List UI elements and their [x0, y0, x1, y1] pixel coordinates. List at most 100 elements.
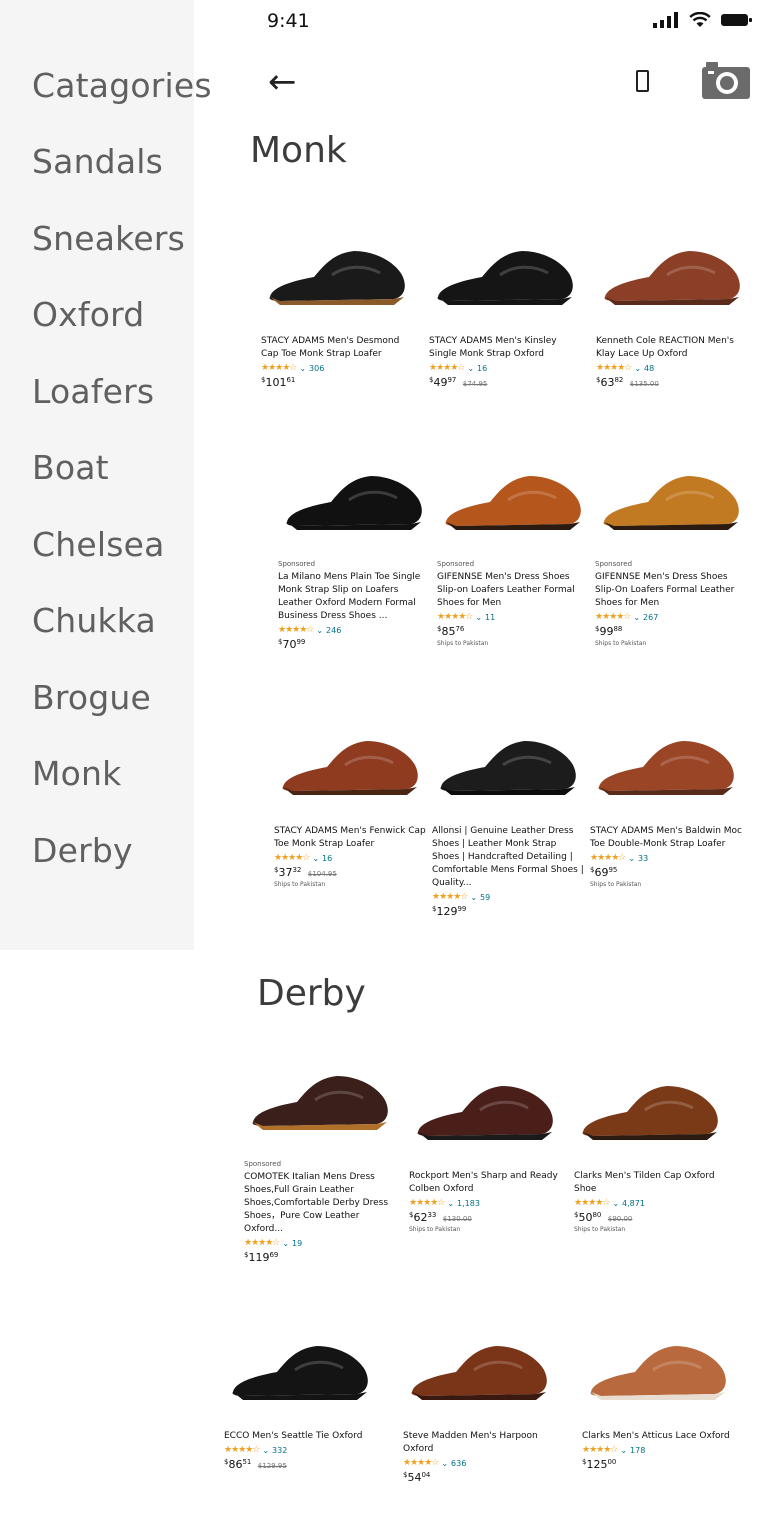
- shoe-image[interactable]: [433, 725, 583, 815]
- product-image[interactable]: [432, 715, 584, 825]
- product-title[interactable]: Clarks Men's Tilden Cap Oxford Shoe: [574, 1170, 726, 1196]
- review-count[interactable]: 178: [630, 1446, 645, 1455]
- product-title[interactable]: ECCO Men's Seattle Tie Oxford: [224, 1430, 376, 1443]
- sidebar-item-derby[interactable]: Derby: [32, 831, 133, 870]
- review-count[interactable]: 59: [480, 893, 490, 902]
- product-card[interactable]: Clarks Men's Tilden Cap Oxford Shoe ★★★★…: [574, 1060, 726, 1233]
- review-count[interactable]: 1,183: [457, 1199, 480, 1208]
- sidebar-item-monk[interactable]: Monk: [32, 754, 122, 793]
- product-title[interactable]: Clarks Men's Atticus Lace Oxford: [582, 1430, 734, 1443]
- review-count[interactable]: 11: [485, 613, 495, 622]
- review-count[interactable]: 306: [309, 364, 324, 373]
- product-rating[interactable]: ★★★★☆ ⌄ 33: [590, 853, 742, 863]
- product-title[interactable]: STACY ADAMS Men's Desmond Cap Toe Monk S…: [261, 335, 413, 361]
- shoe-image[interactable]: [404, 1330, 554, 1420]
- product-rating[interactable]: ★★★★☆ ⌄ 16: [429, 363, 581, 373]
- product-card[interactable]: Steve Madden Men's Harpoon Oxford ★★★★☆ …: [403, 1320, 555, 1484]
- shoe-image[interactable]: [575, 1070, 725, 1160]
- product-card[interactable]: Rockport Men's Sharp and Ready Colben Ox…: [409, 1060, 561, 1233]
- review-count[interactable]: 33: [638, 854, 648, 863]
- product-image[interactable]: [582, 1320, 734, 1430]
- product-card[interactable]: Clarks Men's Atticus Lace Oxford ★★★★☆ ⌄…: [582, 1320, 734, 1471]
- sidebar-item-sandals[interactable]: Sandals: [32, 142, 163, 181]
- product-card[interactable]: STACY ADAMS Men's Baldwin Moc Toe Double…: [590, 715, 742, 888]
- review-count[interactable]: 48: [644, 364, 654, 373]
- product-image[interactable]: [596, 225, 748, 335]
- shoe-image[interactable]: [583, 1330, 733, 1420]
- shoe-image[interactable]: [225, 1330, 375, 1420]
- product-image[interactable]: [278, 450, 430, 560]
- review-count[interactable]: 16: [322, 854, 332, 863]
- product-image[interactable]: [574, 1060, 726, 1170]
- sidebar-item-boat[interactable]: Boat: [32, 448, 109, 487]
- product-card[interactable]: Sponsored COMOTEK Italian Mens Dress Sho…: [244, 1050, 396, 1264]
- shoe-image[interactable]: [438, 460, 588, 550]
- review-count[interactable]: 636: [451, 1459, 466, 1468]
- product-title[interactable]: La Milano Mens Plain Toe Single Monk Str…: [278, 571, 430, 623]
- product-rating[interactable]: ★★★★☆ ⌄ 4,871: [574, 1198, 726, 1208]
- product-image[interactable]: [261, 225, 413, 335]
- product-card[interactable]: Allonsi | Genuine Leather Dress Shoes | …: [432, 715, 584, 918]
- product-title[interactable]: COMOTEK Italian Mens Dress Shoes,Full Gr…: [244, 1171, 396, 1236]
- review-count[interactable]: 19: [292, 1239, 302, 1248]
- shoe-image[interactable]: [275, 725, 425, 815]
- product-card[interactable]: Kenneth Cole REACTION Men's Klay Lace Up…: [596, 225, 748, 389]
- product-card[interactable]: Sponsored GIFENNSE Men's Dress Shoes Sli…: [595, 450, 747, 647]
- product-card[interactable]: Sponsored GIFENNSE Men's Dress Shoes Sli…: [437, 450, 589, 647]
- product-rating[interactable]: ★★★★☆ ⌄ 11: [437, 612, 589, 622]
- product-image[interactable]: [274, 715, 426, 825]
- sidebar-item-brogue[interactable]: Brogue: [32, 678, 151, 717]
- product-rating[interactable]: ★★★★☆ ⌄ 636: [403, 1458, 555, 1468]
- product-rating[interactable]: ★★★★☆ ⌄ 267: [595, 612, 747, 622]
- sidebar-item-loafers[interactable]: Loafers: [32, 372, 154, 411]
- product-rating[interactable]: ★★★★☆ ⌄ 16: [274, 853, 426, 863]
- product-card[interactable]: STACY ADAMS Men's Desmond Cap Toe Monk S…: [261, 225, 413, 389]
- product-title[interactable]: Rockport Men's Sharp and Ready Colben Ox…: [409, 1170, 561, 1196]
- review-count[interactable]: 16: [477, 364, 487, 373]
- product-image[interactable]: [244, 1050, 396, 1160]
- product-title[interactable]: GIFENNSE Men's Dress Shoes Slip-On Loafe…: [595, 571, 747, 610]
- review-count[interactable]: 267: [643, 613, 658, 622]
- product-title[interactable]: GIFENNSE Men's Dress Shoes Slip-on Loafe…: [437, 571, 589, 610]
- shoe-image[interactable]: [597, 235, 747, 325]
- product-title[interactable]: STACY ADAMS Men's Fenwick Cap Toe Monk S…: [274, 825, 426, 851]
- sidebar-item-sneakers[interactable]: Sneakers: [32, 219, 185, 258]
- shoe-image[interactable]: [410, 1070, 560, 1160]
- shoe-image[interactable]: [596, 460, 746, 550]
- product-rating[interactable]: ★★★★☆ ⌄ 306: [261, 363, 413, 373]
- review-count[interactable]: 4,871: [622, 1199, 645, 1208]
- product-rating[interactable]: ★★★★☆ ⌄ 1,183: [409, 1198, 561, 1208]
- shoe-image[interactable]: [262, 235, 412, 325]
- product-card[interactable]: Sponsored La Milano Mens Plain Toe Singl…: [278, 450, 430, 651]
- back-arrow-icon[interactable]: ←: [268, 62, 297, 102]
- product-rating[interactable]: ★★★★☆ ⌄ 246: [278, 625, 430, 635]
- product-rating[interactable]: ★★★★☆ ⌄ 19: [244, 1238, 396, 1248]
- product-image[interactable]: [403, 1320, 555, 1430]
- product-image[interactable]: [429, 225, 581, 335]
- product-card[interactable]: STACY ADAMS Men's Fenwick Cap Toe Monk S…: [274, 715, 426, 888]
- product-image[interactable]: [224, 1320, 376, 1430]
- product-title[interactable]: Steve Madden Men's Harpoon Oxford: [403, 1430, 555, 1456]
- shoe-image[interactable]: [591, 725, 741, 815]
- product-image[interactable]: [590, 715, 742, 825]
- phone-icon[interactable]: [636, 70, 649, 92]
- camera-icon[interactable]: [700, 59, 752, 101]
- product-rating[interactable]: ★★★★☆ ⌄ 59: [432, 892, 584, 902]
- product-rating[interactable]: ★★★★☆ ⌄ 48: [596, 363, 748, 373]
- shoe-image[interactable]: [279, 460, 429, 550]
- review-count[interactable]: 332: [272, 1446, 287, 1455]
- product-image[interactable]: [437, 450, 589, 560]
- product-card[interactable]: ECCO Men's Seattle Tie Oxford ★★★★☆ ⌄ 33…: [224, 1320, 376, 1471]
- sidebar-item-oxford[interactable]: Oxford: [32, 295, 144, 334]
- product-image[interactable]: [595, 450, 747, 560]
- product-rating[interactable]: ★★★★☆ ⌄ 178: [582, 1445, 734, 1455]
- product-card[interactable]: STACY ADAMS Men's Kinsley Single Monk St…: [429, 225, 581, 389]
- product-title[interactable]: Allonsi | Genuine Leather Dress Shoes | …: [432, 825, 584, 890]
- product-title[interactable]: STACY ADAMS Men's Baldwin Moc Toe Double…: [590, 825, 742, 851]
- product-rating[interactable]: ★★★★☆ ⌄ 332: [224, 1445, 376, 1455]
- product-title[interactable]: Kenneth Cole REACTION Men's Klay Lace Up…: [596, 335, 748, 361]
- sidebar-item-chelsea[interactable]: Chelsea: [32, 525, 165, 564]
- product-image[interactable]: [409, 1060, 561, 1170]
- review-count[interactable]: 246: [326, 626, 341, 635]
- shoe-image[interactable]: [245, 1060, 395, 1150]
